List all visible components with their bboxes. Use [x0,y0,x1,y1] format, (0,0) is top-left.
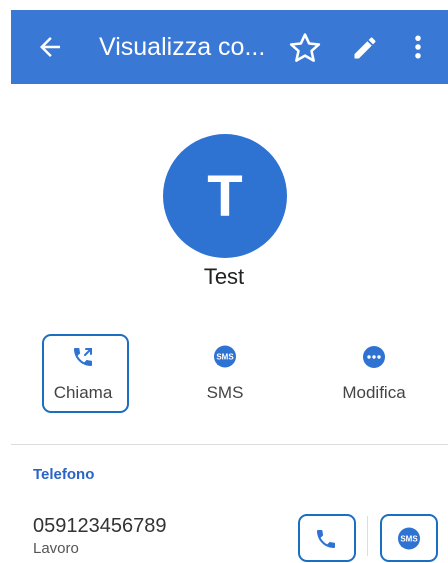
phone-type: Lavoro [33,540,79,557]
app-bar: Visualizza co... [11,10,448,84]
sms-action-label: SMS [206,383,244,402]
pencil-icon[interactable] [351,34,379,62]
avatar: T [163,134,287,258]
avatar-initial: T [207,163,243,229]
more-horizontal-icon [363,346,385,368]
page-title: Visualizza co... [99,33,266,61]
call-highlight-frame [42,334,129,413]
back-arrow-icon[interactable] [35,32,65,62]
sms-action-button[interactable]: SMS SMS [165,343,285,413]
sms-highlight-frame [380,514,438,562]
phone-highlight-frame [298,514,356,562]
section-title-phone: Telefono [33,466,95,483]
phone-number[interactable]: 059123456789 [33,515,166,538]
star-outline-icon[interactable] [288,31,322,65]
more-vertical-icon[interactable] [411,32,425,62]
divider [11,444,448,445]
contact-name: Test [203,264,245,289]
svg-text:SMS: SMS [216,353,234,362]
sms-icon: SMS [214,345,236,368]
edit-action-label: Modifica [342,383,406,402]
vertical-divider [367,516,368,556]
edit-action-button[interactable]: Modifica [314,343,434,413]
